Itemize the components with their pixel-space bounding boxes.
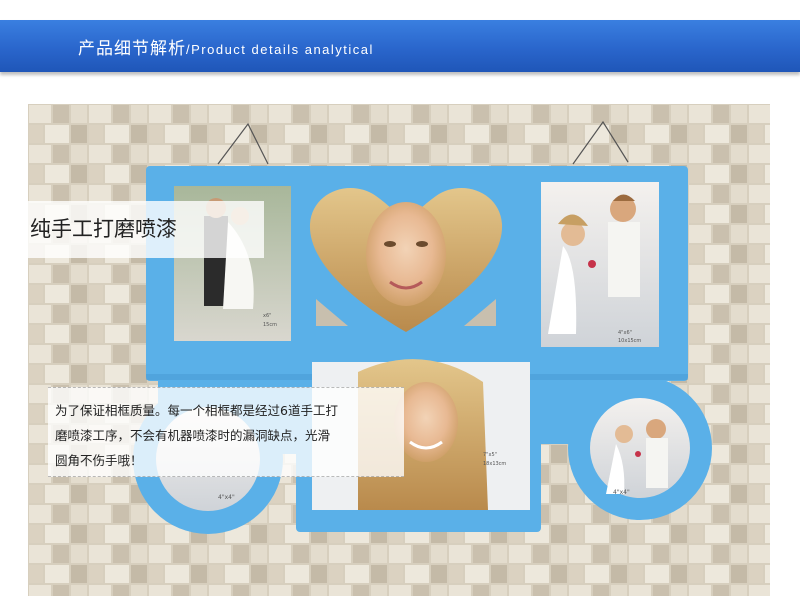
frame-label-top-left-size: x6" <box>263 313 271 319</box>
frame-label-top-right-cm: 10x15cm <box>618 338 641 344</box>
product-photo: x6" 15cm 4"x6" 10x15cm 7"x5" 18x13cm 4"x… <box>28 104 770 596</box>
description-line-2: 磨喷漆工序，不会有机器喷漆时的漏洞缺点，光滑 <box>55 428 331 443</box>
description-text: 为了保证相框质量。每一个相框都是经过6道手工打 磨喷漆工序，不会有机器喷漆时的漏… <box>55 398 400 473</box>
frame-label-bottom-right: 4"x4" <box>613 489 630 496</box>
banner-title-cn: 产品细节解析 <box>78 39 186 59</box>
top-banner: 产品细节解析/Product details analytical <box>0 20 800 72</box>
description-line-3: 圆角不伤手哦！ <box>55 453 143 468</box>
frame-label-top-left-cm: 15cm <box>263 322 277 328</box>
description-line-1: 为了保证相框质量。每一个相框都是经过6道手工打 <box>55 403 338 418</box>
banner-title-en: /Product details analytical <box>186 42 374 57</box>
frame-label-bottom-left: 4"x4" <box>218 494 235 501</box>
frame-label-center-cm: 18x13cm <box>483 461 506 467</box>
frame-label-top-right-size: 4"x6" <box>618 330 632 336</box>
caption-heading: 纯手工打磨喷漆 <box>30 217 177 241</box>
banner-title: 产品细节解析/Product details analytical <box>78 34 374 59</box>
frame-label-center-size: 7"x5" <box>483 452 497 458</box>
photo-frame-scene: x6" 15cm 4"x6" 10x15cm 7"x5" 18x13cm 4"x… <box>28 104 770 596</box>
